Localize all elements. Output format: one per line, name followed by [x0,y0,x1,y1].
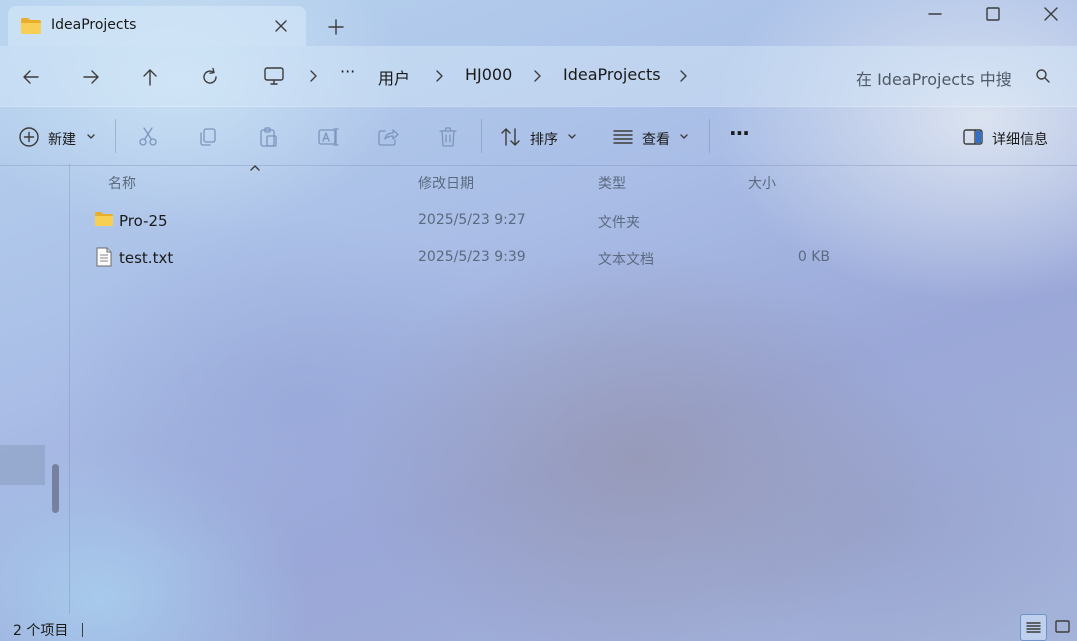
more-options-button[interactable]: ··· [729,121,750,145]
column-header-name[interactable]: 名称 [108,173,136,193]
view-icon[interactable] [612,126,634,148]
new-tab-button[interactable] [326,17,346,37]
paste-icon[interactable] [257,126,279,148]
text-file-icon [96,247,112,267]
folder-icon [94,211,114,227]
delete-icon[interactable] [437,126,459,148]
refresh-icon[interactable] [199,66,221,88]
breadcrumb-ideaprojects[interactable]: IdeaProjects [563,65,661,84]
sort-ascending-icon [249,164,261,172]
folder-icon [20,17,42,35]
view-label[interactable]: 查看 [642,129,670,149]
tab-bar: IdeaProjects [0,0,1077,46]
breadcrumb-overflow[interactable]: ··· [340,62,355,81]
divider [481,119,482,153]
details-pane-icon[interactable] [962,126,984,148]
divider [115,119,116,153]
column-header-date[interactable]: 修改日期 [418,173,474,193]
column-header-size[interactable]: 大小 [748,173,776,193]
up-arrow-icon[interactable] [139,66,161,88]
column-header-type[interactable]: 类型 [598,173,626,193]
share-icon[interactable] [377,126,399,148]
back-arrow-icon[interactable] [20,66,42,88]
file-date: 2025/5/23 9:27 [418,212,526,228]
chevron-down-icon [567,133,577,141]
file-type: 文件夹 [598,215,640,231]
cut-icon[interactable] [137,126,159,148]
details-pane-label[interactable]: 详细信息 [992,129,1048,149]
navigation-pane-divider[interactable] [69,164,70,614]
breadcrumb: ··· 用户 HJ000 IdeaProjects [262,46,722,106]
status-item-count: 2 个项目 [13,623,69,639]
search-icon[interactable] [1035,68,1051,84]
maximize-icon[interactable] [980,4,1006,24]
chevron-right-icon[interactable] [308,69,318,83]
monitor-icon[interactable] [262,64,286,88]
rename-icon[interactable] [317,126,339,148]
search-input[interactable]: 在 IdeaProjects 中搜 [856,66,1012,90]
status-divider [82,623,83,637]
tab-close-icon[interactable] [272,17,290,35]
details-view-toggle[interactable] [1020,614,1047,641]
sort-label[interactable]: 排序 [530,129,558,149]
tiles-view-toggle[interactable] [1052,616,1074,638]
sort-icon[interactable] [500,126,522,148]
navigation-pane-scrollbar[interactable] [52,464,59,513]
new-item-button[interactable] [18,126,40,148]
minimize-icon[interactable] [922,4,948,24]
breadcrumb-users[interactable]: 用户 [378,65,410,89]
file-row[interactable]: Pro-25 2025/5/23 9:27 文件夹 [90,203,850,239]
tab-title: IdeaProjects [51,17,137,33]
file-name: Pro-25 [119,212,168,230]
chevron-right-icon[interactable] [678,69,688,83]
file-name: test.txt [119,249,174,267]
navigation-pane-selected-item[interactable] [0,445,45,485]
new-item-label: 新建 [48,132,76,148]
copy-icon[interactable] [197,126,219,148]
chevron-right-icon[interactable] [532,69,542,83]
tab-ideaprojects[interactable]: IdeaProjects [8,6,306,46]
address-bar: ··· 用户 HJ000 IdeaProjects 在 IdeaProjects… [0,46,1077,106]
command-bar: 新建 排序 查看 ··· 详细信息 [0,106,1077,166]
chevron-down-icon [86,133,96,141]
forward-arrow-icon[interactable] [80,66,102,88]
file-date: 2025/5/23 9:39 [418,249,526,265]
breadcrumb-hj000[interactable]: HJ000 [465,65,512,84]
chevron-right-icon[interactable] [434,69,444,83]
chevron-down-icon [679,133,689,141]
file-type: 文本文档 [598,252,654,268]
file-size: 0 KB [797,249,830,265]
file-row[interactable]: test.txt 2025/5/23 9:39 文本文档 0 KB [90,240,850,276]
close-icon[interactable] [1038,4,1064,24]
divider [709,119,710,153]
